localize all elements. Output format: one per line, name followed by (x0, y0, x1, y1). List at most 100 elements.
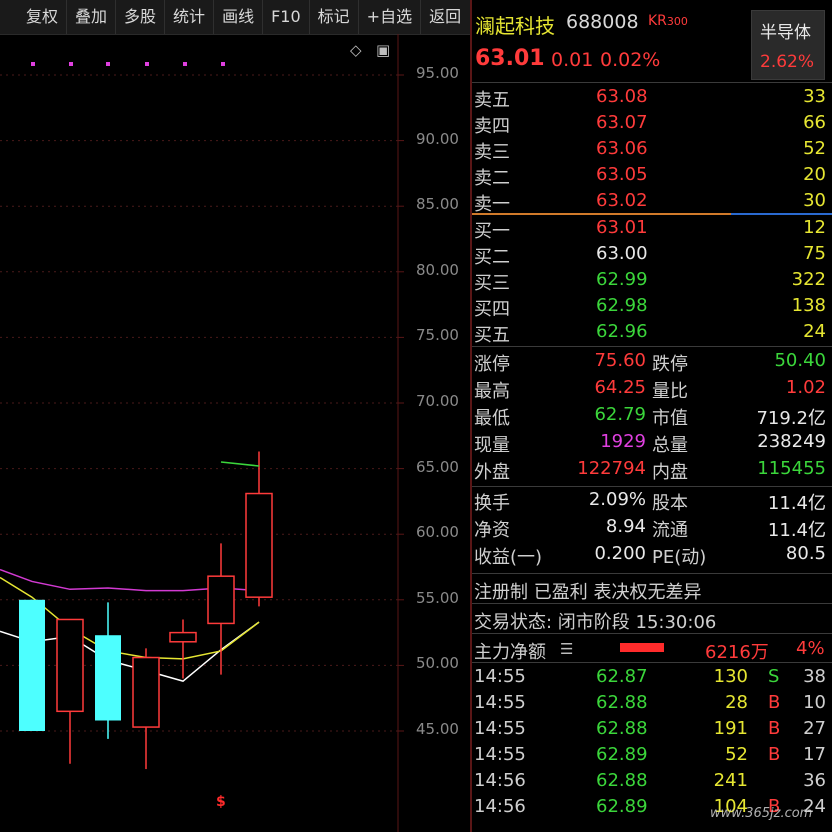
stat-row: 外盘 122794 内盘 115455 (472, 458, 832, 484)
tick-count: 17 (803, 744, 826, 765)
buy-level-4[interactable]: 买四 62.98 138 (472, 295, 832, 321)
stat-vol_ratio-label: 量比 (652, 381, 688, 402)
tick-row[interactable]: 14:55 62.87 130 S 38 (472, 666, 832, 692)
stat-row: 换手 2.09% 股本 11.4亿 (472, 489, 832, 515)
high-price-marker (220, 461, 260, 467)
stat-totvol-label: 总量 (652, 435, 688, 456)
main-flow-pct: 4% (796, 638, 825, 659)
stat-limit_down-label: 跌停 (652, 354, 688, 375)
chart-dot-marker (221, 62, 225, 66)
list-icon[interactable]: ☰ (560, 640, 573, 658)
main-flow-bar (620, 643, 664, 652)
sell-level-1[interactable]: 卖五 63.08 33 (472, 86, 832, 112)
sell-level-price: 63.06 (596, 138, 648, 159)
stat-inner-value: 115455 (757, 458, 826, 479)
registration-info: 注册制 已盈利 表决权无差异 (474, 582, 702, 603)
stat-curvol-label: 现量 (474, 435, 510, 456)
sell-level-label: 卖四 (474, 116, 510, 137)
sell-level-2[interactable]: 卖四 63.07 66 (472, 112, 832, 138)
stat-low-value: 62.79 (594, 404, 646, 425)
price-axis-label: 50.00 (416, 654, 459, 673)
stat-limit_up-label: 涨停 (474, 354, 510, 375)
price-change: 0.01 (551, 49, 594, 71)
price-axis-label: 60.00 (416, 523, 459, 542)
stat-row: 收益(一) 0.200 PE(动) 80.5 (472, 543, 832, 569)
bid-ask-separator (472, 213, 832, 215)
divider (472, 82, 832, 83)
stat-curvol-value: 1929 (600, 431, 646, 452)
price-axis-label: 75.00 (416, 326, 459, 345)
sector-box[interactable]: 半导体 2.62% (751, 10, 825, 80)
stat-row: 净资 8.94 流通 11.4亿 (472, 516, 832, 542)
buy-level-1[interactable]: 买一 63.01 12 (472, 217, 832, 243)
stat-eps-value: 0.200 (594, 543, 646, 564)
tick-time: 14:55 (474, 692, 526, 713)
tick-volume: 191 (713, 718, 748, 739)
candle-body (95, 635, 121, 721)
sell-level-label: 卖二 (474, 168, 510, 189)
buy-level-volume: 322 (791, 269, 826, 290)
tick-row[interactable]: 14:55 62.88 28 B 10 (472, 692, 832, 718)
tick-count: 27 (803, 718, 826, 739)
buy-level-label: 买三 (474, 273, 510, 294)
buy-level-label: 买四 (474, 299, 510, 320)
tick-row[interactable]: 14:56 62.88 241 36 (472, 770, 832, 796)
buy-level-volume: 75 (803, 243, 826, 264)
chart-dot-marker (69, 62, 73, 66)
stat-high-value: 64.25 (594, 377, 646, 398)
price-axis-label: 70.00 (416, 392, 459, 410)
buy-level-label: 买五 (474, 325, 510, 346)
tick-volume: 52 (725, 744, 748, 765)
tick-time: 14:56 (474, 770, 526, 791)
chart-event-marker: $ (216, 794, 226, 810)
index-tag-number: 300 (666, 15, 688, 28)
stat-turnover-label: 换手 (474, 493, 510, 514)
tick-row[interactable]: 14:55 62.89 52 B 17 (472, 744, 832, 770)
buy-level-5[interactable]: 买五 62.96 24 (472, 321, 832, 347)
sell-level-price: 63.07 (596, 112, 648, 133)
price-axis-label: 90.00 (416, 129, 459, 148)
stat-outer-value: 122794 (577, 458, 646, 479)
buy-level-3[interactable]: 买三 62.99 322 (472, 269, 832, 295)
buy-level-2[interactable]: 买二 63.00 75 (472, 243, 832, 269)
tick-side: B (768, 744, 781, 765)
tick-row[interactable]: 14:55 62.88 191 B 27 (472, 718, 832, 744)
tick-time: 14:55 (474, 744, 526, 765)
tick-price: 62.87 (596, 666, 648, 687)
divider (472, 486, 832, 487)
tick-price: 62.88 (596, 718, 648, 739)
tick-volume: 130 (713, 666, 748, 687)
stat-mktcap-value: 719.2亿 (756, 408, 826, 429)
tick-side: B (768, 718, 781, 739)
buy-level-volume: 24 (803, 321, 826, 342)
index-tag-text: KR (648, 13, 667, 29)
buy-level-price: 62.96 (596, 321, 648, 342)
sell-level-3[interactable]: 卖三 63.06 52 (472, 138, 832, 164)
chart-dot-markers (31, 62, 225, 66)
buy-level-volume: 138 (791, 295, 826, 316)
stat-row: 涨停 75.60 跌停 50.40 (472, 350, 832, 376)
stat-limit_up-value: 75.60 (594, 350, 646, 371)
stat-pe-label: PE(动) (652, 547, 707, 568)
sell-level-label: 卖三 (474, 142, 510, 163)
buy-level-price: 63.00 (596, 243, 648, 264)
stat-nav-label: 净资 (474, 520, 510, 541)
candlestick-chart[interactable] (0, 0, 470, 832)
tick-count: 38 (803, 666, 826, 687)
stat-row: 最高 64.25 量比 1.02 (472, 377, 832, 403)
divider (472, 603, 832, 604)
trade-status: 交易状态: 闭市阶段 15:30:06 (474, 612, 717, 633)
tick-time: 14:55 (474, 718, 526, 739)
tick-side: S (768, 666, 780, 687)
tick-side: B (768, 692, 781, 713)
stat-totvol-value: 238249 (757, 431, 826, 452)
buy-level-volume: 12 (803, 217, 826, 238)
chart-dot-marker (106, 62, 110, 66)
stat-capital-value: 11.4亿 (767, 493, 826, 514)
candle-body (56, 618, 84, 713)
tick-price: 62.89 (596, 744, 648, 765)
price-axis-label: 80.00 (416, 260, 459, 279)
chart-dot-marker (145, 62, 149, 66)
stat-vol_ratio-value: 1.02 (785, 377, 826, 398)
sell-level-4[interactable]: 卖二 63.05 20 (472, 164, 832, 190)
